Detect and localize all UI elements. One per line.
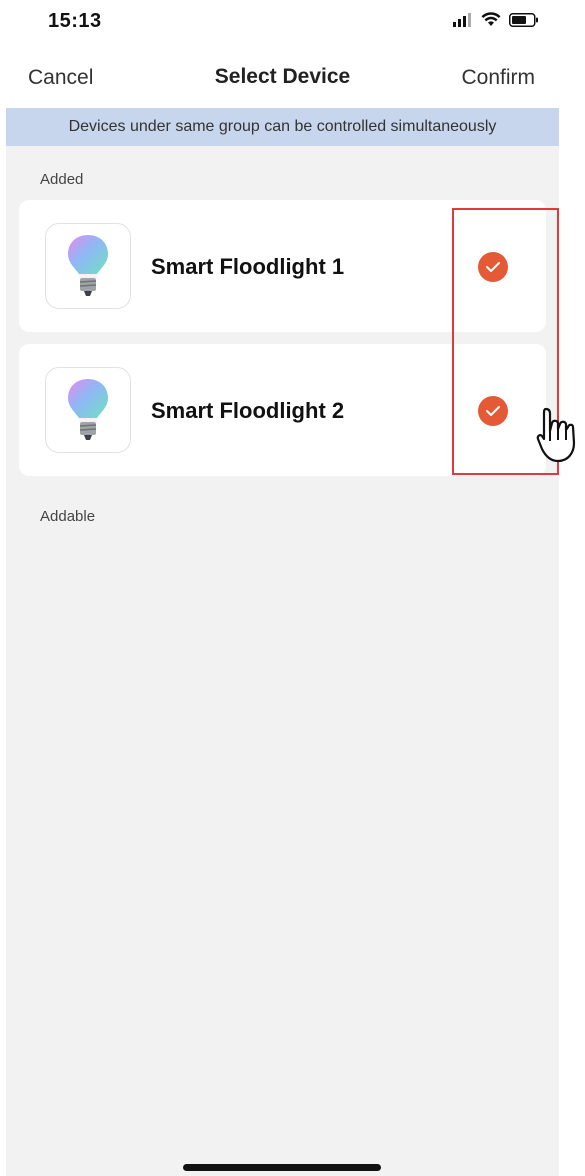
confirm-button[interactable]: Confirm	[461, 66, 535, 90]
status-bar: 15:13	[0, 0, 585, 46]
section-label-added: Added	[40, 171, 84, 188]
nav-bar: Cancel Select Device Confirm	[0, 46, 585, 106]
device-name: Smart Floodlight 1	[151, 254, 345, 279]
smart-bulb-icon	[68, 379, 108, 440]
section-label-addable: Addable	[40, 508, 96, 525]
cellular-signal-icon	[453, 12, 471, 27]
status-icons	[453, 12, 539, 27]
wifi-icon	[481, 12, 501, 26]
home-indicator[interactable]	[183, 1164, 381, 1171]
device-row-smart-floodlight-1[interactable]: Smart Floodlight 1	[19, 200, 546, 332]
device-name: Smart Floodlight 2	[151, 398, 345, 423]
device-thumbnail	[45, 367, 131, 453]
device-thumbnail	[45, 223, 131, 309]
selected-check-icon[interactable]	[478, 396, 508, 426]
selected-check-icon[interactable]	[478, 252, 508, 282]
device-list-area: Devices under same group can be controll…	[6, 108, 559, 1176]
status-time: 15:13	[48, 10, 102, 32]
battery-icon	[509, 12, 538, 27]
info-banner: Devices under same group can be controll…	[6, 108, 559, 146]
device-row-smart-floodlight-2[interactable]: Smart Floodlight 2	[19, 344, 546, 476]
smart-bulb-icon	[68, 235, 108, 296]
